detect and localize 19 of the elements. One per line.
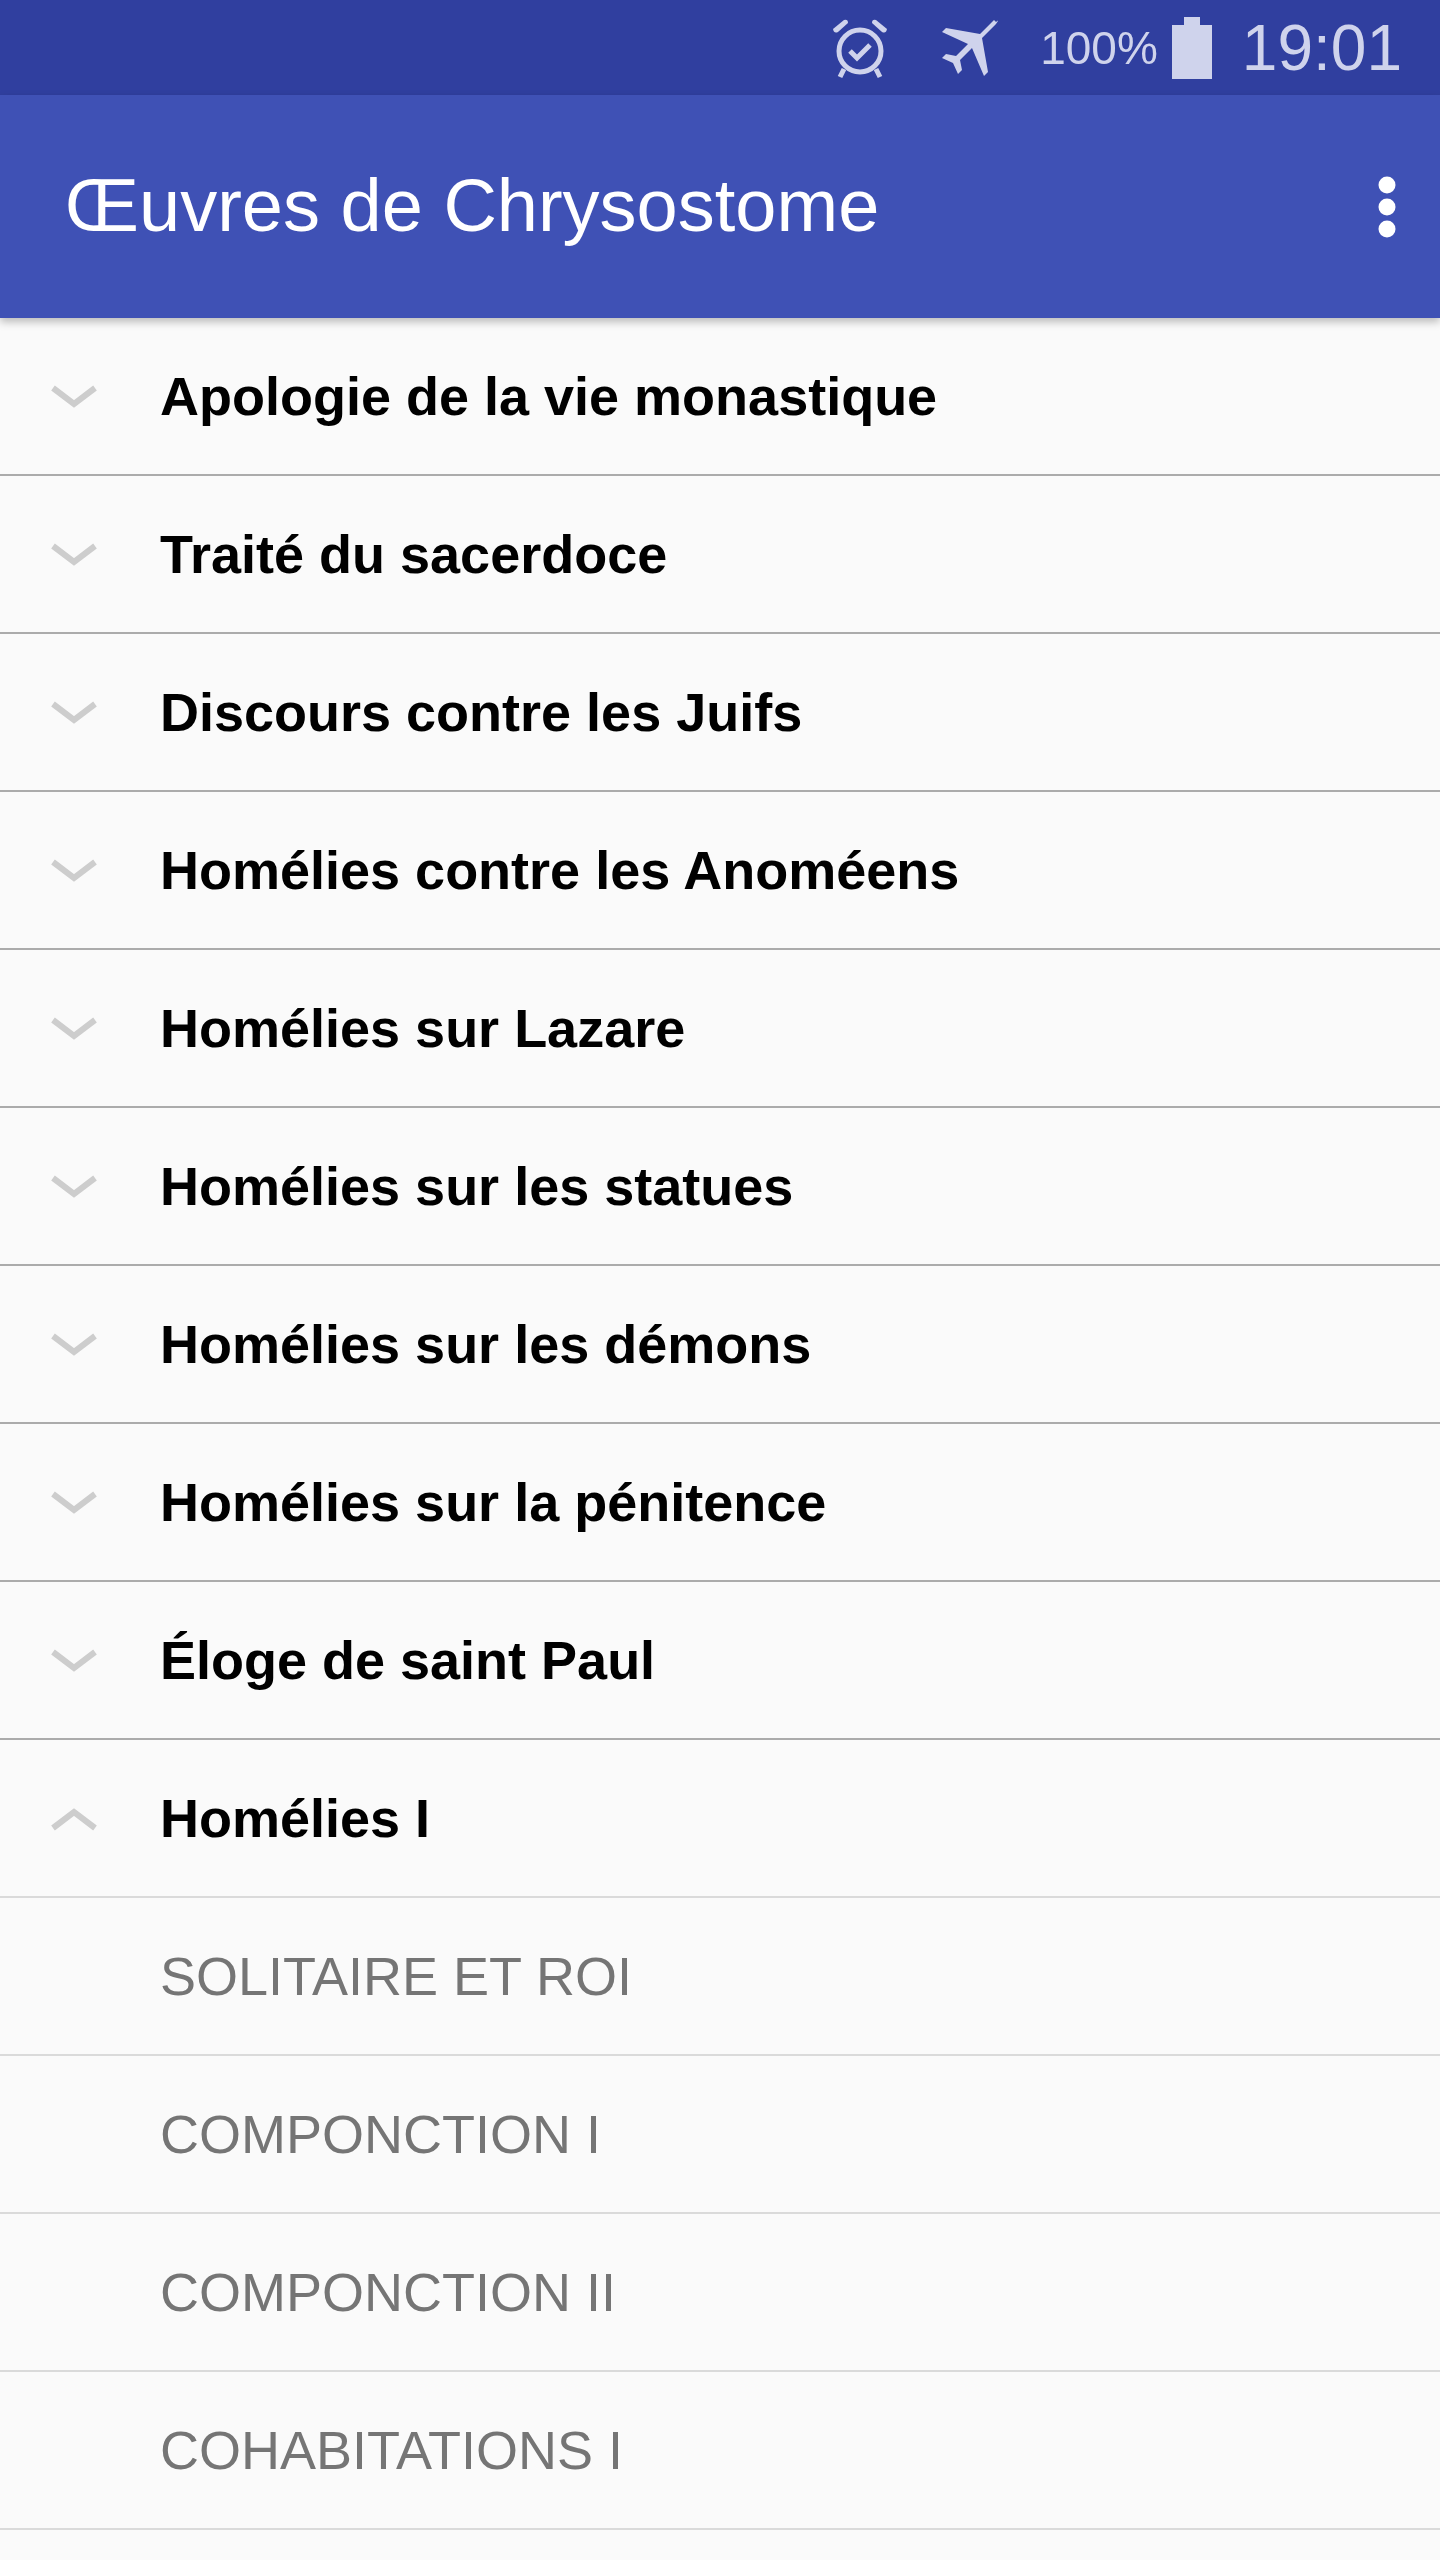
app-title: Œuvres de Chrysostome <box>65 163 880 250</box>
work-list-item[interactable]: Éloge de saint Paul <box>0 1582 1440 1740</box>
more-options-icon[interactable] <box>1378 175 1396 238</box>
work-list-item[interactable]: Discours contre les Juifs <box>0 634 1440 792</box>
work-list-item[interactable]: Apologie de la vie monastique <box>0 318 1440 476</box>
battery-icon <box>1171 16 1212 79</box>
chapter-list-item[interactable]: COMPONCTION I <box>0 2056 1440 2214</box>
chapter-list-item[interactable]: COMPONCTION II <box>0 2214 1440 2372</box>
work-list-item[interactable]: Homélies sur les statues <box>0 1108 1440 1266</box>
work-list-item[interactable]: Homélies sur Lazare <box>0 950 1440 1108</box>
chapter-list-item[interactable]: COHABITATIONS I <box>0 2372 1440 2530</box>
work-list-item[interactable]: Homélies sur la pénitence <box>0 1424 1440 1582</box>
work-list-item[interactable]: Homélies contre les Anoméens <box>0 792 1440 950</box>
chapter-list-item[interactable]: SOLITAIRE ET ROI <box>0 1898 1440 2056</box>
clock-time: 19:01 <box>1241 15 1402 80</box>
airplane-icon <box>940 17 1001 78</box>
battery-percentage: 100% <box>1040 24 1158 71</box>
work-list-item[interactable]: Traité du sacerdoce <box>0 476 1440 634</box>
work-list-item[interactable]: Homélies sur les démons <box>0 1266 1440 1424</box>
